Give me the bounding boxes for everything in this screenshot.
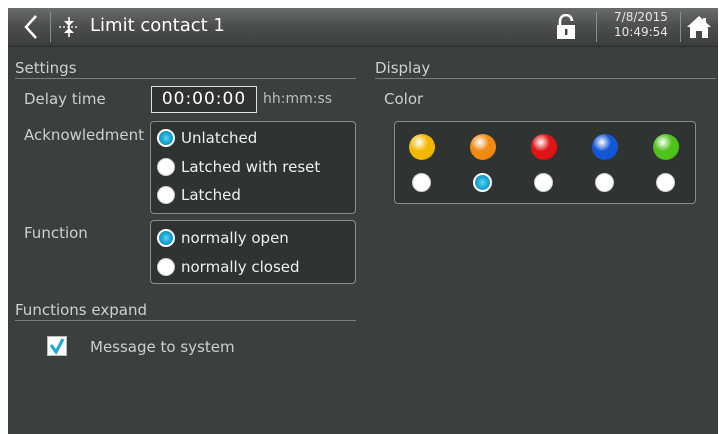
screen: Limit contact 1 7/8/2015 10:49:54 Settin… xyxy=(8,8,718,434)
acknowledgment-label: Acknowledment xyxy=(24,126,145,144)
color-label: Color xyxy=(384,90,424,108)
function-option-label: normally open xyxy=(181,229,289,247)
message-to-system-checkbox[interactable] xyxy=(47,336,67,356)
header-divider xyxy=(50,12,51,42)
ack-option-label: Latched xyxy=(181,186,241,204)
header-divider xyxy=(596,12,597,42)
radio-selected-icon xyxy=(157,229,175,247)
color-radio-orange[interactable] xyxy=(473,173,492,192)
color-swatch-yellow xyxy=(409,134,435,160)
title-bar: Limit contact 1 7/8/2015 10:49:54 xyxy=(8,8,718,47)
color-picker-panel xyxy=(394,121,696,204)
header-divider xyxy=(680,12,681,42)
color-swatch-orange xyxy=(470,134,496,160)
color-radio-red[interactable] xyxy=(534,173,553,192)
radio-icon xyxy=(157,258,175,276)
functions-expand-heading: Functions expand xyxy=(15,301,147,319)
radio-icon xyxy=(157,186,175,204)
settings-heading: Settings xyxy=(15,59,77,77)
color-swatch-red xyxy=(531,134,557,160)
date-text: 7/8/2015 xyxy=(614,10,668,24)
ack-option-label: Latched with reset xyxy=(181,158,321,176)
function-option-label: normally closed xyxy=(181,258,300,276)
display-heading: Display xyxy=(375,59,431,77)
ack-option-label: Unlatched xyxy=(181,129,258,147)
function-radio-group: normally open normally closed xyxy=(150,220,356,284)
page-title: Limit contact 1 xyxy=(90,15,225,36)
message-to-system-label: Message to system xyxy=(90,338,235,356)
color-swatch-green xyxy=(653,134,679,160)
settings-divider xyxy=(15,78,356,79)
display-divider xyxy=(375,78,716,79)
function-option-normally-closed[interactable]: normally closed xyxy=(157,255,300,279)
limit-contact-icon xyxy=(59,17,79,37)
color-radio-blue[interactable] xyxy=(595,173,614,192)
function-label: Function xyxy=(24,224,88,242)
radio-icon xyxy=(157,158,175,176)
home-icon[interactable] xyxy=(686,15,712,39)
color-radio-green[interactable] xyxy=(656,173,675,192)
color-radio-yellow[interactable] xyxy=(412,173,431,192)
acknowledgment-radio-group: Unlatched Latched with reset Latched xyxy=(150,121,356,214)
radio-selected-icon xyxy=(157,129,175,147)
datetime: 7/8/2015 10:49:54 xyxy=(606,10,676,40)
unlocked-padlock-icon[interactable] xyxy=(556,14,576,40)
checkmark-icon xyxy=(49,338,65,355)
ack-option-latched-with-reset[interactable]: Latched with reset xyxy=(157,155,320,179)
delay-time-input[interactable]: 00:00:00 xyxy=(151,86,257,113)
ack-option-latched[interactable]: Latched xyxy=(157,183,241,207)
time-text: 10:49:54 xyxy=(614,25,668,39)
color-swatch-blue xyxy=(592,134,618,160)
ack-option-unlatched[interactable]: Unlatched xyxy=(157,126,257,150)
delay-time-label: Delay time xyxy=(24,90,106,108)
back-arrow-icon[interactable] xyxy=(18,12,46,42)
functions-expand-divider xyxy=(15,320,356,321)
function-option-normally-open[interactable]: normally open xyxy=(157,226,289,250)
delay-time-unit: hh:mm:ss xyxy=(263,91,333,107)
